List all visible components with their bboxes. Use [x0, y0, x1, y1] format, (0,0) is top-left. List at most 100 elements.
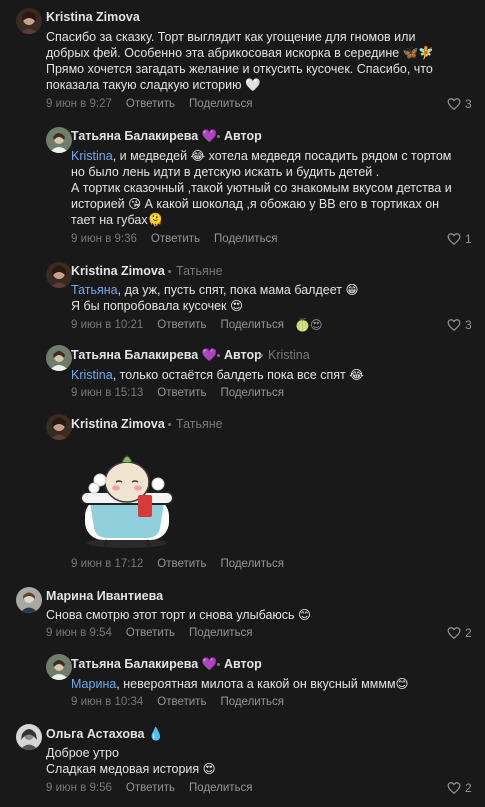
mention-link[interactable]: Марина — [71, 677, 116, 691]
comment-line-text: , и медведей 😂 хотела медведя посадить р… — [112, 149, 452, 163]
comment-line: Kristina, только остаётся балдеть пока в… — [71, 367, 364, 383]
comment-text: Спасибо за сказку. Торт выглядит как уго… — [46, 29, 434, 93]
comment-time[interactable]: 9 июн в 10:34 — [71, 696, 143, 708]
comment-author: Татьяна Балакирева 💜 — [71, 348, 217, 363]
author-name[interactable]: Татьяна Балакирева — [71, 129, 198, 143]
author-name[interactable]: Татьяна Балакирева — [71, 657, 198, 671]
comment-time[interactable]: 9 июн в 10:21 — [71, 319, 143, 331]
author-name[interactable]: Ольга Астахова — [46, 727, 144, 741]
reply-to-label[interactable]: Kristina — [268, 348, 310, 362]
like-button[interactable]: 2 — [447, 626, 472, 640]
comment-text: Снова смотрю этот торт и снова улыбаюсь … — [46, 607, 311, 623]
comment-text: Марина, невероятная милота а какой он вк… — [71, 676, 409, 692]
like-button[interactable]: 3 — [447, 97, 472, 111]
comment-line-text: , только остаётся балдеть пока все спят … — [112, 368, 364, 382]
reply-button[interactable]: Ответить — [157, 387, 206, 399]
reply-to-label[interactable]: Татьяне — [176, 264, 223, 278]
heart-icon — [447, 782, 461, 795]
separator-dot — [168, 423, 171, 426]
separator-dot — [260, 354, 263, 357]
mention-link[interactable]: Татьяна — [71, 283, 118, 297]
author-badge: Автор — [224, 348, 262, 362]
avatar[interactable] — [46, 127, 72, 153]
comment-author: Татьяна Балакирева 💜 — [71, 129, 217, 144]
author-status-emoji: 💜 — [201, 348, 218, 362]
comment-text: Kristina, и медведей 😂 хотела медведя по… — [71, 148, 452, 228]
reply-button[interactable]: Ответить — [157, 319, 206, 331]
like-button[interactable]: 2 — [447, 781, 472, 795]
comment-author: Татьяна Балакирева 💜 — [71, 657, 217, 672]
author-name[interactable]: Татьяна Балакирева — [71, 348, 198, 362]
avatar[interactable] — [46, 654, 72, 680]
like-button[interactable]: 1 — [447, 232, 472, 246]
comment-time[interactable]: 9 июн в 9:56 — [46, 782, 112, 794]
share-button[interactable]: Поделиться — [189, 98, 253, 110]
share-button[interactable]: Поделиться — [189, 782, 253, 794]
avatar[interactable] — [46, 414, 72, 440]
avatar[interactable] — [16, 8, 42, 34]
reply-button[interactable]: Ответить — [126, 98, 175, 110]
separator-dot — [217, 663, 220, 666]
comment-line: Прямо хочется загадать желание и откусит… — [46, 62, 433, 76]
reply-button[interactable]: Ответить — [151, 233, 200, 245]
mention-link[interactable]: Kristina — [71, 368, 113, 382]
comment-line: А тортик сказочный ,такой уютный со знак… — [71, 181, 452, 195]
comment-text: Доброе утро Сладкая медовая история 😍 — [46, 745, 216, 777]
heart-icon — [447, 233, 461, 246]
comment-time[interactable]: 9 июн в 9:27 — [46, 98, 112, 110]
comment-line: Сладкая медовая история 😍 — [46, 762, 216, 776]
comment-line: Kristina, и медведей 😂 хотела медведя по… — [71, 148, 452, 164]
author-status-emoji: 💧 — [147, 727, 164, 741]
comment-meta: 9 июн в 17:12 Ответить Поделиться — [71, 558, 298, 570]
share-button[interactable]: Поделиться — [220, 387, 284, 399]
comment-time[interactable]: 9 июн в 15:13 — [71, 387, 143, 399]
comment-meta: 9 июн в 9:36 Ответить Поделиться — [71, 233, 292, 245]
share-button[interactable]: Поделиться — [220, 558, 284, 570]
comment-time[interactable]: 9 июн в 9:36 — [71, 233, 137, 245]
comment-meta: 9 июн в 9:54 Ответить Поделиться — [46, 627, 267, 639]
comment-text: Татьяна, да уж, пусть спят, пока мама ба… — [71, 282, 358, 314]
avatar[interactable] — [16, 724, 42, 750]
comment-text: Kristina, только остаётся балдеть пока в… — [71, 367, 364, 383]
heart-icon — [447, 627, 461, 640]
comment-author[interactable]: Марина Ивантиева — [46, 589, 163, 603]
share-button[interactable]: Поделиться — [189, 627, 253, 639]
comment-line: тает на губах🫠 — [71, 213, 164, 227]
share-button[interactable]: Поделиться — [220, 319, 284, 331]
sticker-image[interactable] — [72, 440, 182, 550]
comment-line: показала такую сладкую историю 🤍 — [46, 78, 261, 92]
comment-time[interactable]: 9 июн в 9:54 — [46, 627, 112, 639]
comment-author[interactable]: Kristina Zimova — [46, 10, 140, 24]
reply-button[interactable]: Ответить — [126, 627, 175, 639]
reply-button[interactable]: Ответить — [157, 696, 206, 708]
comment-line: историей 😘 А какой шоколад ,я обожаю у В… — [71, 197, 440, 211]
author-status-emoji: 💜 — [201, 657, 218, 671]
avatar[interactable] — [16, 587, 42, 613]
comment-author[interactable]: Kristina Zimova — [71, 264, 165, 278]
avatar[interactable] — [46, 262, 72, 288]
comment-line: Марина, невероятная милота а какой он вк… — [71, 676, 409, 692]
comment-meta: 9 июн в 10:34 Ответить Поделиться — [71, 696, 298, 708]
comment-line: добрых фей. Особенно эта абрикосовая иск… — [46, 46, 434, 60]
comment-author[interactable]: Kristina Zimova — [71, 417, 165, 431]
comment-line-text: , да уж, пусть спят, пока мама балдеет 😁 — [117, 283, 359, 297]
like-button[interactable]: 3 — [447, 318, 472, 332]
share-button[interactable]: Поделиться — [214, 233, 278, 245]
heart-icon — [447, 98, 461, 111]
author-status-emoji: 💜 — [201, 129, 218, 143]
share-button[interactable]: Поделиться — [220, 696, 284, 708]
separator-dot — [217, 135, 220, 138]
comment-time[interactable]: 9 июн в 17:12 — [71, 558, 143, 570]
reply-button[interactable]: Ответить — [157, 558, 206, 570]
comment-author: Ольга Астахова 💧 — [46, 727, 164, 742]
mention-link[interactable]: Kristina — [71, 149, 113, 163]
reply-to-label[interactable]: Татьяне — [176, 417, 223, 431]
like-count: 2 — [465, 626, 472, 640]
avatar[interactable] — [46, 345, 72, 371]
author-badge: Автор — [224, 129, 262, 143]
separator-dot — [217, 354, 220, 357]
reactions[interactable]: 🍈😍 — [295, 318, 322, 332]
reply-button[interactable]: Ответить — [126, 782, 175, 794]
comment-meta: 9 июн в 10:21 Ответить Поделиться — [71, 319, 298, 331]
like-count: 2 — [465, 781, 472, 795]
